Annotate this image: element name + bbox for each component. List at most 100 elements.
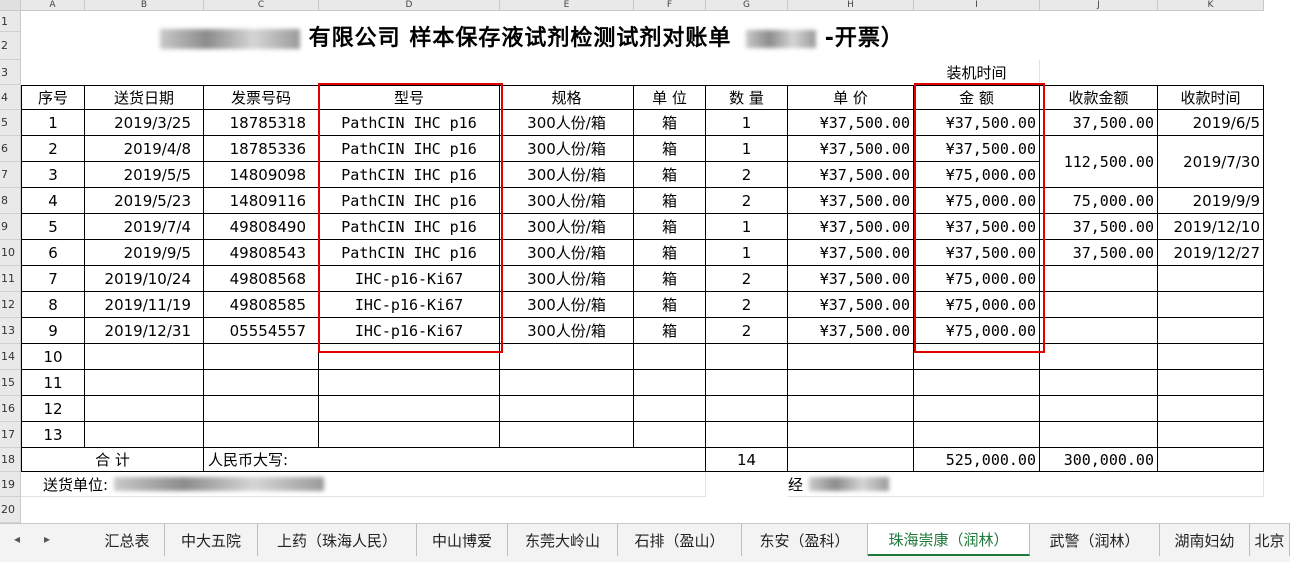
cell-date[interactable]: 2019/10/24 bbox=[85, 266, 204, 292]
cell-model[interactable]: IHC-p16-Ki67 bbox=[319, 292, 500, 318]
row-header-10[interactable]: 10 bbox=[0, 240, 21, 266]
cell-invoice[interactable]: 18785336 bbox=[204, 136, 319, 162]
sheet-tab[interactable]: 珠海崇康（润林） bbox=[868, 524, 1030, 556]
cell-unit[interactable]: 箱 bbox=[634, 110, 706, 136]
sheet-tab[interactable]: 汇总表 bbox=[90, 524, 165, 556]
cell-price[interactable]: ¥37,500.00 bbox=[788, 136, 914, 162]
column-header-k[interactable]: K bbox=[1158, 0, 1264, 11]
cell-empty[interactable] bbox=[204, 396, 319, 422]
cell-qty[interactable]: 1 bbox=[706, 214, 788, 240]
delivery-unit-label[interactable]: 送货单位: bbox=[21, 472, 706, 497]
sheet-tab[interactable]: 北京 bbox=[1250, 524, 1290, 556]
cell-invoice[interactable]: 49808490 bbox=[204, 214, 319, 240]
cell-empty[interactable] bbox=[914, 370, 1040, 396]
cell-invoice[interactable]: 49808585 bbox=[204, 292, 319, 318]
cell-amount[interactable]: ¥37,500.00 bbox=[914, 214, 1040, 240]
cell-empty[interactable] bbox=[914, 396, 1040, 422]
cell-unit[interactable]: 箱 bbox=[634, 162, 706, 188]
cell-date[interactable]: 2019/11/19 bbox=[85, 292, 204, 318]
row-header-18[interactable]: 18 bbox=[0, 448, 21, 472]
cell-model[interactable]: PathCIN IHC p16 bbox=[319, 188, 500, 214]
cell-empty[interactable] bbox=[1040, 396, 1158, 422]
row-header-3[interactable]: 3 bbox=[0, 60, 21, 85]
row-header-1[interactable]: 1 bbox=[0, 11, 21, 32]
cell-qty[interactable]: 2 bbox=[706, 266, 788, 292]
cell-date[interactable]: 2019/5/5 bbox=[85, 162, 204, 188]
cell-empty[interactable] bbox=[500, 370, 634, 396]
cell-empty[interactable] bbox=[1158, 370, 1264, 396]
cell-qty[interactable]: 2 bbox=[706, 292, 788, 318]
row-header-4[interactable]: 4 bbox=[0, 85, 21, 110]
select-all-corner[interactable] bbox=[0, 0, 21, 11]
header-spec[interactable]: 规格 bbox=[500, 85, 634, 110]
total-qty[interactable]: 14 bbox=[706, 448, 788, 472]
column-header-h[interactable]: H bbox=[788, 0, 914, 11]
cell-empty[interactable] bbox=[1158, 448, 1264, 472]
sheet-tab[interactable]: 中大五院 bbox=[165, 524, 258, 556]
cell-empty[interactable] bbox=[914, 422, 1040, 448]
cell-seq[interactable]: 9 bbox=[21, 318, 85, 344]
cell-unit[interactable]: 箱 bbox=[634, 266, 706, 292]
tab-scroll-left-icon[interactable]: ◂ bbox=[14, 532, 20, 546]
cell-empty[interactable] bbox=[85, 422, 204, 448]
row-header-13[interactable]: 13 bbox=[0, 318, 21, 344]
cell-empty[interactable] bbox=[1040, 344, 1158, 370]
cell-model[interactable]: PathCIN IHC p16 bbox=[319, 110, 500, 136]
cell-date[interactable]: 2019/9/5 bbox=[85, 240, 204, 266]
sheet-tab[interactable]: 武警（润林） bbox=[1030, 524, 1160, 556]
cell-spec[interactable]: 300人份/箱 bbox=[500, 110, 634, 136]
cell-empty[interactable] bbox=[1158, 396, 1264, 422]
header-qty[interactable]: 数 量 bbox=[706, 85, 788, 110]
row-header-2[interactable]: 2 bbox=[0, 32, 21, 60]
cell-unit[interactable]: 箱 bbox=[634, 136, 706, 162]
cell-date[interactable]: 2019/12/31 bbox=[85, 318, 204, 344]
sheet-tab[interactable]: 东莞大岭山 bbox=[508, 524, 618, 556]
cell-invoice[interactable]: 49808543 bbox=[204, 240, 319, 266]
cell-received-amount[interactable]: 37,500.00 bbox=[1040, 110, 1158, 136]
cell-received-amount[interactable] bbox=[1040, 292, 1158, 318]
cell-amount[interactable]: ¥75,000.00 bbox=[914, 188, 1040, 214]
cell-empty[interactable] bbox=[319, 422, 500, 448]
cell-spec[interactable]: 300人份/箱 bbox=[500, 240, 634, 266]
sheet-tab[interactable]: 湖南妇幼 bbox=[1160, 524, 1250, 556]
row-header-5[interactable]: 5 bbox=[0, 110, 21, 136]
cell-seq[interactable]: 12 bbox=[21, 396, 85, 422]
cell-empty[interactable] bbox=[788, 396, 914, 422]
column-header-c[interactable]: C bbox=[204, 0, 319, 11]
cell-qty[interactable]: 1 bbox=[706, 240, 788, 266]
cell-spec[interactable]: 300人份/箱 bbox=[500, 162, 634, 188]
row-header-14[interactable]: 14 bbox=[0, 344, 21, 370]
cell-unit[interactable]: 箱 bbox=[634, 292, 706, 318]
cell-seq[interactable]: 2 bbox=[21, 136, 85, 162]
cell-invoice[interactable]: 49808568 bbox=[204, 266, 319, 292]
cell-seq[interactable]: 1 bbox=[21, 110, 85, 136]
row-header-15[interactable]: 15 bbox=[0, 370, 21, 396]
cell-empty[interactable] bbox=[500, 396, 634, 422]
header-unit[interactable]: 单 位 bbox=[634, 85, 706, 110]
cell-empty[interactable] bbox=[319, 344, 500, 370]
cell-amount[interactable]: ¥37,500.00 bbox=[914, 110, 1040, 136]
cell-spec[interactable]: 300人份/箱 bbox=[500, 188, 634, 214]
cell-spec[interactable]: 300人份/箱 bbox=[500, 318, 634, 344]
cell-empty[interactable] bbox=[706, 422, 788, 448]
header-invoice[interactable]: 发票号码 bbox=[204, 85, 319, 110]
cell-unit[interactable]: 箱 bbox=[634, 188, 706, 214]
cell-empty[interactable] bbox=[706, 396, 788, 422]
cell-seq[interactable]: 13 bbox=[21, 422, 85, 448]
total-received[interactable]: 300,000.00 bbox=[1040, 448, 1158, 472]
cell-received-date[interactable]: 2019/6/5 bbox=[1158, 110, 1264, 136]
cell-seq[interactable]: 5 bbox=[21, 214, 85, 240]
cell-empty[interactable] bbox=[204, 422, 319, 448]
row-header-7[interactable]: 7 bbox=[0, 162, 21, 188]
cell-price[interactable]: ¥37,500.00 bbox=[788, 188, 914, 214]
cell-invoice[interactable]: 18785318 bbox=[204, 110, 319, 136]
installation-time-label[interactable]: 装机时间 bbox=[914, 60, 1040, 85]
row-header-9[interactable]: 9 bbox=[0, 214, 21, 240]
cell-empty[interactable] bbox=[788, 448, 914, 472]
cell-price[interactable]: ¥37,500.00 bbox=[788, 214, 914, 240]
cell-seq[interactable]: 4 bbox=[21, 188, 85, 214]
cell-model[interactable]: PathCIN IHC p16 bbox=[319, 240, 500, 266]
cell-empty[interactable] bbox=[634, 344, 706, 370]
cell-empty[interactable] bbox=[1040, 422, 1158, 448]
cell-qty[interactable]: 2 bbox=[706, 318, 788, 344]
